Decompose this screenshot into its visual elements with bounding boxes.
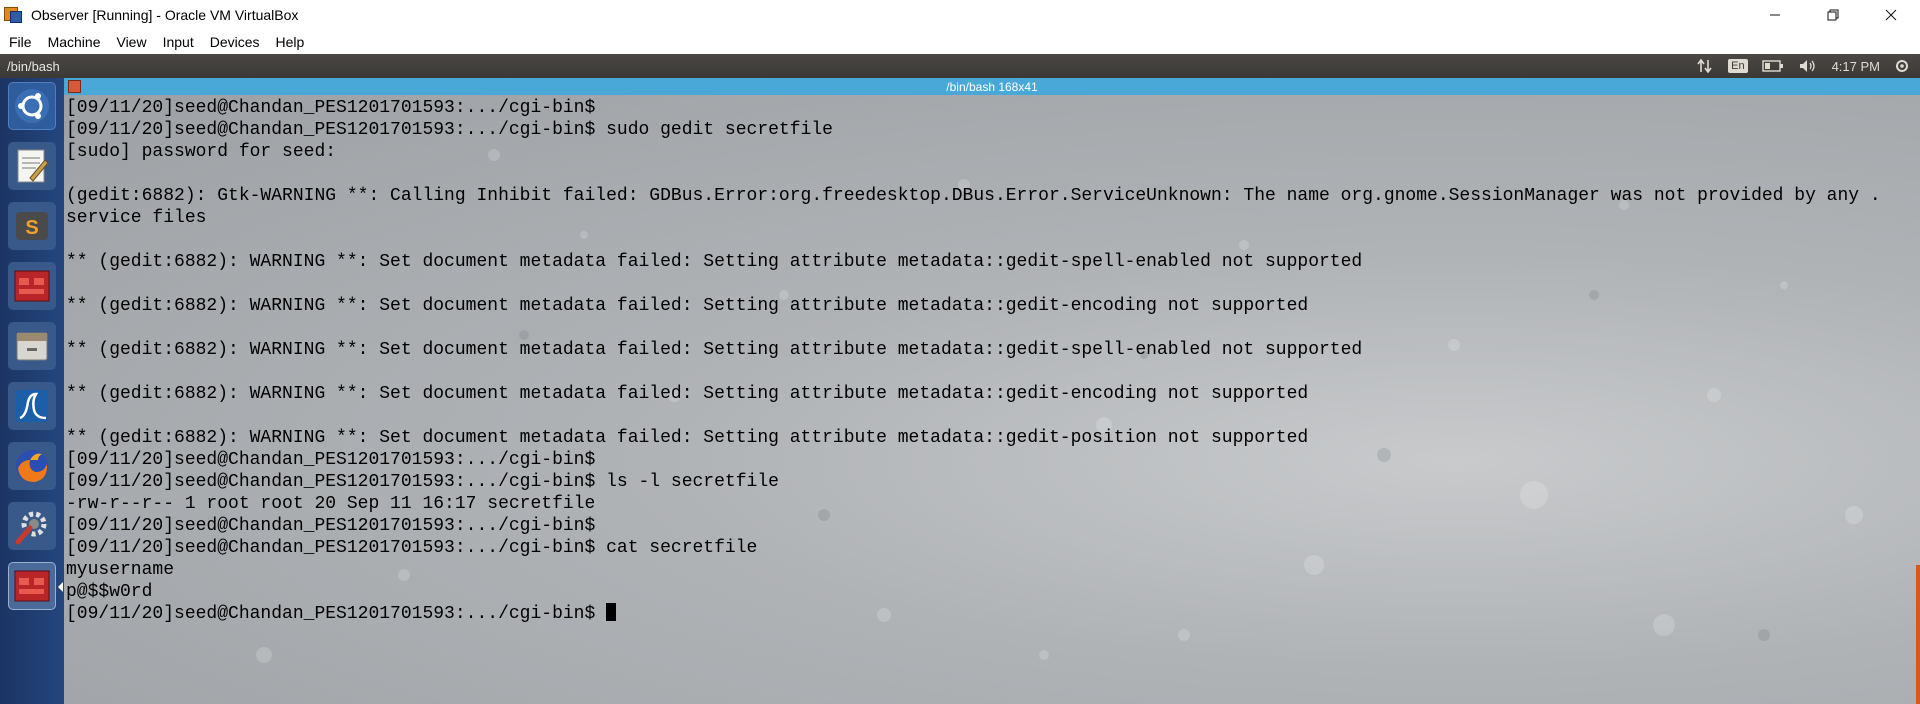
clock[interactable]: 4:17 PM xyxy=(1832,59,1880,74)
terminal-icon xyxy=(14,570,50,602)
guest-top-panel: /bin/bash En 4:17 PM xyxy=(0,54,1920,78)
terminal-output[interactable]: [09/11/20]seed@Chandan_PES1201701593:...… xyxy=(64,95,1920,704)
close-icon xyxy=(1885,9,1897,20)
terminal-line: [sudo] password for seed: xyxy=(66,142,337,162)
volume-icon[interactable] xyxy=(1798,58,1818,74)
panel-app-title: /bin/bash xyxy=(7,58,60,74)
terminal-title: /bin/bash 168x41 xyxy=(946,79,1038,94)
terminal-line: [09/11/20]seed@Chandan_PES1201701593:...… xyxy=(66,472,779,492)
restore-icon xyxy=(1827,9,1839,20)
terminal-icon xyxy=(14,270,50,302)
menu-file[interactable]: File xyxy=(9,34,32,50)
terminal-line: ** (gedit:6882): WARNING **: Set documen… xyxy=(66,296,1309,316)
terminal-prompt: [09/11/20]seed@Chandan_PES1201701593:...… xyxy=(66,604,607,624)
terminal-prompt-line[interactable]: [09/11/20]seed@Chandan_PES1201701593:...… xyxy=(66,603,1881,625)
launcher-sublime-text[interactable]: S xyxy=(8,202,56,250)
terminal-line: [09/11/20]seed@Chandan_PES1201701593:...… xyxy=(66,120,833,140)
terminal-line: ** (gedit:6882): WARNING **: Set documen… xyxy=(66,384,1309,404)
terminal-lines: [09/11/20]seed@Chandan_PES1201701593:...… xyxy=(66,97,1881,625)
file-cabinet-icon xyxy=(16,332,48,361)
virtualbox-icon xyxy=(4,5,24,25)
terminal-line: ** (gedit:6882): WARNING **: Set documen… xyxy=(66,340,1363,360)
wrench-gear-icon xyxy=(15,511,47,545)
terminal-line: -rw-r--r-- 1 root root 20 Sep 11 16:17 s… xyxy=(66,494,596,514)
launcher-settings[interactable] xyxy=(8,502,56,550)
svg-text:S: S xyxy=(25,217,38,239)
launcher-terminal[interactable] xyxy=(8,262,56,310)
panel-indicators: En 4:17 PM xyxy=(1696,54,1910,78)
terminal-titlebar[interactable]: /bin/bash 168x41 xyxy=(64,78,1920,95)
minimize-icon xyxy=(1770,14,1780,15)
terminal-line: [09/11/20]seed@Chandan_PES1201701593:...… xyxy=(66,516,596,536)
terminal-line: ** (gedit:6882): WARNING **: Set documen… xyxy=(66,428,1309,448)
terminal-line: [09/11/20]seed@Chandan_PES1201701593:...… xyxy=(66,450,596,470)
terminal-line: myusername xyxy=(66,560,175,580)
menu-input[interactable]: Input xyxy=(163,34,194,50)
terminal-line: ** (gedit:6882): WARNING **: Set documen… xyxy=(66,252,1363,272)
menu-machine[interactable]: Machine xyxy=(48,34,101,50)
launcher-terminal-active[interactable] xyxy=(8,562,56,610)
menu-devices[interactable]: Devices xyxy=(210,34,260,50)
wireshark-fin-icon xyxy=(16,390,48,422)
terminal-close-button[interactable] xyxy=(68,80,81,93)
terminal-line: (gedit:6882): Gtk-WARNING **: Calling In… xyxy=(66,186,1881,206)
launcher-firefox[interactable] xyxy=(8,442,56,490)
restore-button[interactable] xyxy=(1804,0,1862,29)
menu-help[interactable]: Help xyxy=(276,34,305,50)
power-gear-icon[interactable] xyxy=(1894,58,1910,74)
host-window-titlebar[interactable]: Observer [Running] - Oracle VM VirtualBo… xyxy=(0,0,1920,29)
battery-icon[interactable] xyxy=(1761,60,1784,72)
language-indicator[interactable]: En xyxy=(1728,59,1748,73)
menu-view[interactable]: View xyxy=(116,34,146,50)
launcher-text-editor[interactable] xyxy=(8,142,56,190)
terminal-line: service files xyxy=(66,208,207,228)
terminal-scrollbar[interactable] xyxy=(1916,565,1920,704)
firefox-icon xyxy=(16,450,48,482)
text-editor-icon xyxy=(17,149,49,183)
launcher-files[interactable] xyxy=(8,322,56,370)
terminal-line: [09/11/20]seed@Chandan_PES1201701593:...… xyxy=(66,98,596,118)
minimize-button[interactable] xyxy=(1746,0,1804,29)
menubar: File Machine View Input Devices Help xyxy=(0,29,1920,54)
launcher: S xyxy=(0,78,64,704)
close-button[interactable] xyxy=(1862,0,1920,29)
network-updown-icon[interactable] xyxy=(1696,58,1714,74)
launcher-wireshark[interactable] xyxy=(8,382,56,430)
terminal-line: p@$$w0rd xyxy=(66,582,153,602)
text-cursor xyxy=(606,603,617,621)
launcher-ubuntu-dash[interactable] xyxy=(8,82,56,130)
sublime-text-icon: S xyxy=(16,212,48,240)
window-title: Observer [Running] - Oracle VM VirtualBo… xyxy=(31,6,299,23)
terminal-line: [09/11/20]seed@Chandan_PES1201701593:...… xyxy=(66,538,758,558)
ubuntu-logo-icon xyxy=(15,89,49,123)
